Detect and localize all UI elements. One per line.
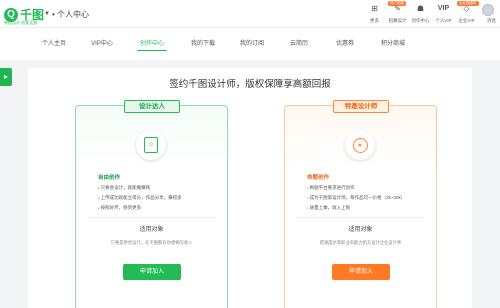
tab-points-mall[interactable]: 积分商城 — [375, 28, 411, 60]
feature-item: 成为千图第设计师，每作品可一价格（2k~30k） — [307, 193, 406, 203]
hot-badge: 热门招募 — [388, 1, 406, 6]
header-recruit[interactable]: 热门招募 ✎ 招募设计 — [386, 1, 409, 24]
creator-icon: ☗ — [416, 4, 425, 13]
feature-list: 只要会设计，就能做赚钱 上传成功就能立得分，作品分享，赚得多 按照好坏，挣到更多 — [98, 183, 182, 213]
header-creator[interactable]: ☗ 创作中心 — [409, 3, 432, 24]
feature-item: 上传成功就能立得分，作品分享，赚得多 — [98, 193, 182, 203]
card-tag: 特邀设计师 — [333, 100, 389, 113]
apply-button[interactable]: 申请加入 — [332, 264, 390, 280]
vip-icon: VIP — [437, 5, 450, 12]
header-recruit-label: 招募设计 — [388, 18, 407, 23]
header-actions: ⊞ 更多 热门招募 ✎ 招募设计 ☗ 创作中心 VIP 个人VIP 企业版限时 … — [363, 1, 479, 24]
card-invited-designer: 特邀设计师 ★ 命题创作 根据平台要求进行创作 成为千图第设计师，每作品可一价格… — [284, 100, 437, 308]
side-toggle[interactable]: ▸ — [0, 68, 12, 86]
divider — [88, 217, 215, 218]
nav-tabs: 个人主页 VIP中心 创作中心 我的下载 我的订阅 云简历 优惠券 积分商城 — [0, 28, 500, 60]
header-more[interactable]: ⊞ 更多 — [363, 3, 386, 24]
tab-vip[interactable]: VIP中心 — [84, 28, 120, 60]
tab-coupons[interactable]: 优惠券 — [330, 28, 360, 60]
page-title: • 个人中心 — [52, 10, 90, 19]
tab-resume[interactable]: 云简历 — [282, 28, 316, 60]
feature-title: 自由创作 — [98, 175, 121, 181]
applies-title: 适用对象 — [348, 227, 373, 233]
logo-slogan: 原创设计 创意无限 — [4, 20, 38, 25]
header-vip-label: 个人VIP — [435, 18, 452, 23]
feature-item: 根据平台要求进行创作 — [307, 183, 405, 193]
portrait-badge-icon: ☺ — [136, 130, 166, 160]
panel-title: 签约千图设计师，版权保障享高额回报 — [169, 79, 331, 90]
header-vip[interactable]: VIP 个人VIP — [432, 3, 455, 24]
feature-item: 按照好坏，挣到更多 — [98, 203, 182, 213]
header-creator-label: 创作中心 — [411, 18, 430, 23]
feature-title: 命题创作 — [307, 175, 330, 181]
tab-creator[interactable]: 创作中心 — [137, 28, 167, 60]
top-header: Q 千图 原创设计 创意无限 ▼ • 个人中心 ⊞ 更多 热门招募 ✎ 招募设计… — [0, 0, 500, 28]
applies-desc: 擅速度达等职业有能力的方设计企业设计师 — [319, 240, 402, 245]
header-more-label: 更多 — [370, 18, 379, 23]
tab-downloads[interactable]: 我的下载 — [185, 28, 221, 60]
creator-panel: 签约千图设计师，版权保障享高额回报 设计达人 ☺ 自由创作 只要会设计，就能做赚… — [28, 68, 472, 308]
feature-list: 根据平台要求进行创作 成为千图第设计师，每作品可一价格（2k~30k） 质量上乘… — [307, 183, 406, 213]
enterprise-badge: 企业版限时 — [457, 1, 479, 6]
feature-item: 只要会设计，就能做赚钱 — [98, 183, 182, 193]
tab-home[interactable]: 个人主页 — [34, 28, 74, 60]
header-enterprise-label: 企业VIP — [458, 18, 475, 23]
apply-button[interactable]: 申请加入 — [123, 264, 181, 280]
card-design-expert: 设计达人 ☺ 自由创作 只要会设计，就能做赚钱 上传成功就能立得分，作品分享，赚… — [75, 100, 228, 308]
card-tag: 设计达人 — [124, 100, 180, 113]
feature-item: 质量上乘，收入上限 — [307, 203, 405, 213]
applies-desc: 只要是原创设计，在千图都有你想要的收入 — [110, 240, 193, 245]
avatar[interactable] — [482, 4, 494, 16]
divider — [297, 217, 424, 218]
medal-badge-icon: ★ — [345, 130, 375, 160]
applies-title: 适用对象 — [139, 227, 164, 233]
header-enterprise[interactable]: 企业版限时 ◇ 企业VIP — [455, 1, 479, 24]
chevron-down-icon[interactable]: ▼ — [44, 11, 50, 17]
grid-icon: ⊞ — [371, 4, 378, 13]
avatar-label: 消息 — [487, 18, 496, 23]
tab-subscriptions[interactable]: 我的订阅 — [234, 28, 270, 60]
